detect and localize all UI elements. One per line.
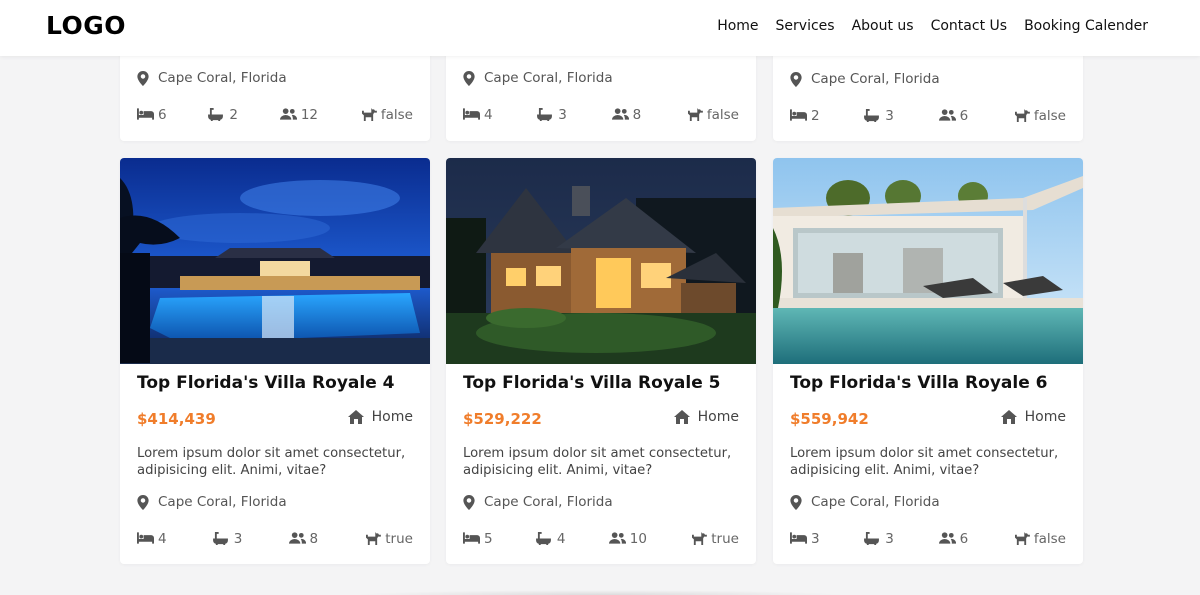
map-pin-icon	[463, 71, 479, 85]
nav-link-booking-calendar[interactable]: Booking Calender	[1024, 18, 1148, 34]
pets-allowed: false	[706, 107, 739, 123]
pets-allowed: false	[380, 107, 413, 123]
beds-count: 4	[484, 107, 493, 123]
property-title[interactable]: Top Florida's Villa Royale 4	[137, 373, 394, 393]
nav-link-home[interactable]: Home	[717, 18, 758, 34]
users-icon	[939, 109, 955, 123]
users-icon	[609, 532, 625, 546]
stats-row: 2 3 6 false	[790, 108, 1066, 124]
users-icon	[289, 532, 305, 546]
guests-count: 8	[632, 107, 642, 123]
pets-allowed: false	[1033, 531, 1066, 547]
users-icon	[612, 108, 628, 122]
stats-row: 6 2 12 false	[137, 107, 413, 123]
beds-count: 3	[811, 531, 820, 547]
users-icon	[280, 108, 296, 122]
map-pin-icon	[137, 71, 153, 85]
guests-count: 8	[309, 531, 319, 547]
map-pin-icon	[463, 495, 479, 509]
property-photo[interactable]	[446, 158, 756, 364]
bathtub-icon	[208, 108, 224, 122]
users-icon	[939, 532, 955, 546]
property-description: Lorem ipsum dolor sit amet consectetur, …	[137, 446, 406, 478]
pets-allowed: false	[1033, 108, 1066, 124]
guests-count: 12	[300, 107, 319, 123]
navbar: LOGO Home Services About us Contact Us B…	[0, 0, 1200, 56]
house-icon	[1001, 410, 1017, 424]
stats-row: 3 3 6 false	[790, 531, 1066, 547]
house-icon	[674, 410, 690, 424]
baths-count: 4	[556, 531, 566, 547]
stats-row: 4 3 8 true	[137, 531, 413, 547]
location: Cape Coral, Florida	[137, 494, 287, 510]
dog-icon	[360, 108, 376, 122]
dog-icon	[364, 532, 380, 546]
nav-link-services[interactable]: Services	[776, 18, 835, 34]
property-type: Home	[674, 409, 739, 425]
dog-icon	[686, 108, 702, 122]
bathtub-icon	[213, 532, 229, 546]
stats-row: 4 3 8 false	[463, 107, 739, 123]
beds-count: 2	[811, 108, 820, 124]
location: Cape Coral, Florida	[463, 70, 613, 86]
house-icon	[348, 410, 364, 424]
beds-count: 4	[158, 531, 167, 547]
bed-icon	[463, 532, 479, 546]
baths-count: 3	[558, 107, 567, 123]
dog-icon	[690, 532, 706, 546]
guests-count: 6	[959, 531, 969, 547]
guests-count: 6	[959, 108, 969, 124]
baths-count: 3	[233, 531, 243, 547]
nav-links: Home Services About us Contact Us Bookin…	[717, 18, 1148, 34]
property-card-4[interactable]: Top Florida's Villa Royale 4 $414,439 Ho…	[120, 158, 430, 564]
guests-count: 10	[629, 531, 647, 547]
map-pin-icon	[790, 72, 806, 86]
beds-count: 5	[484, 531, 493, 547]
property-photo[interactable]	[773, 158, 1083, 364]
property-type: Home	[1001, 409, 1066, 425]
bed-icon	[137, 532, 153, 546]
property-card-5[interactable]: Top Florida's Villa Royale 5 $529,222 Ho…	[446, 158, 756, 564]
property-description: Lorem ipsum dolor sit amet consectetur, …	[463, 446, 732, 478]
property-card-6[interactable]: Top Florida's Villa Royale 6 $559,942 Ho…	[773, 158, 1083, 564]
property-description: Lorem ipsum dolor sit amet consectetur, …	[790, 446, 1059, 478]
property-title[interactable]: Top Florida's Villa Royale 6	[790, 373, 1047, 393]
footer-shadow	[350, 590, 850, 595]
dog-icon	[1013, 109, 1029, 123]
property-photo[interactable]	[120, 158, 430, 364]
nav-link-contact[interactable]: Contact Us	[931, 18, 1007, 34]
bed-icon	[463, 108, 479, 122]
location: Cape Coral, Florida	[790, 494, 940, 510]
bed-icon	[137, 108, 153, 122]
property-price: $529,222	[463, 410, 542, 428]
dog-icon	[1013, 532, 1029, 546]
pets-allowed: true	[711, 531, 739, 547]
bathtub-icon	[864, 109, 880, 123]
property-title[interactable]: Top Florida's Villa Royale 5	[463, 373, 720, 393]
beds-count: 6	[158, 107, 167, 123]
bathtub-icon	[536, 532, 552, 546]
nav-link-about[interactable]: About us	[852, 18, 914, 34]
pets-allowed: true	[385, 531, 413, 547]
bed-icon	[790, 109, 806, 123]
bed-icon	[790, 532, 806, 546]
bathtub-icon	[864, 532, 880, 546]
property-price: $559,942	[790, 410, 869, 428]
property-price: $414,439	[137, 410, 216, 428]
baths-count: 3	[885, 108, 894, 124]
baths-count: 2	[229, 107, 239, 123]
location: Cape Coral, Florida	[137, 70, 287, 86]
logo[interactable]: LOGO	[46, 11, 126, 40]
location: Cape Coral, Florida	[790, 71, 940, 87]
location: Cape Coral, Florida	[463, 494, 613, 510]
map-pin-icon	[137, 495, 153, 509]
stats-row: 5 4 10 true	[463, 531, 739, 547]
map-pin-icon	[790, 495, 806, 509]
bathtub-icon	[537, 108, 553, 122]
property-type: Home	[348, 409, 413, 425]
baths-count: 3	[885, 531, 894, 547]
